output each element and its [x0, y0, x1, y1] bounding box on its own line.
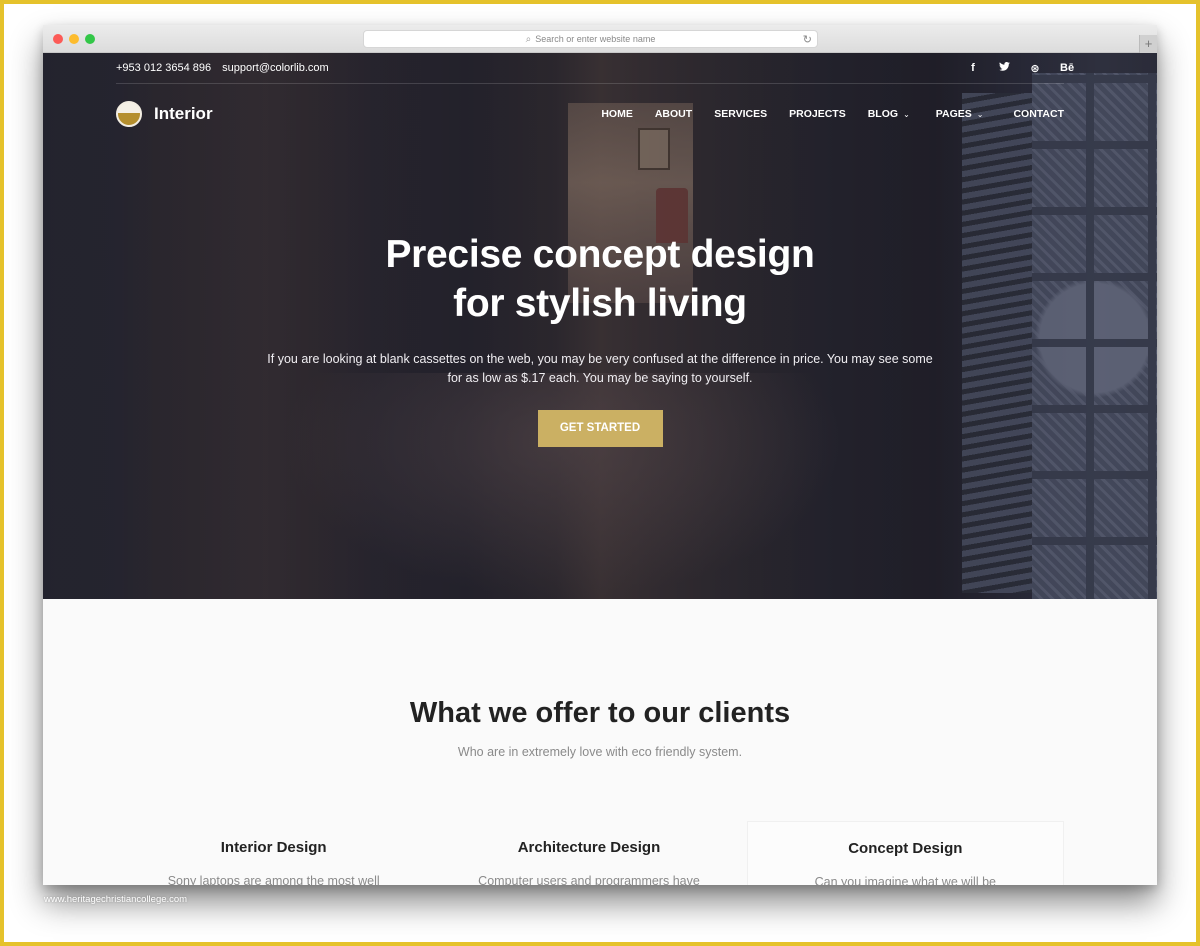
get-started-button[interactable]: Get Started [537, 410, 663, 447]
facebook-icon[interactable]: f [967, 62, 979, 74]
nav-blog-label: Blog [867, 108, 899, 120]
address-bar[interactable]: ⌕ Search or enter website name ↻ [363, 30, 818, 48]
service-card-title: Concept Design [848, 840, 963, 857]
brand[interactable]: Interior [116, 101, 213, 127]
address-bar-placeholder: Search or enter website name [535, 34, 656, 44]
brand-logo-icon [116, 101, 142, 127]
nav-pages-label: Pages [935, 108, 972, 120]
chevron-down-icon: ⌄ [903, 109, 910, 119]
nav-services[interactable]: Services [714, 108, 767, 120]
nav-home-label: Home [601, 108, 633, 120]
service-card-title: Architecture Design [517, 839, 661, 856]
service-card-interior[interactable]: Interior Design Sony laptops are among t… [116, 821, 431, 885]
nav-services-label: Services [714, 108, 768, 120]
offer-subtitle: Who are in extremely love with eco frien… [457, 745, 743, 759]
maximize-window-button[interactable] [85, 34, 95, 44]
service-card-text: Sony laptops are among the most well [167, 874, 380, 885]
offer-section: What we offer to our clients Who are in … [43, 599, 1157, 885]
twitter-icon[interactable] [998, 61, 1010, 74]
close-window-button[interactable] [53, 34, 63, 44]
nav-projects-label: Projects [789, 108, 846, 120]
new-tab-button[interactable]: + [1139, 35, 1157, 53]
nav-contact[interactable]: Contact [1013, 108, 1064, 120]
contact-info: +953 012 3654 896 support@colorlib.com [116, 62, 329, 74]
service-card-text: Computer users and programmers have [478, 874, 700, 885]
browser-chrome: ⌕ Search or enter website name ↻ + [43, 25, 1157, 53]
social-links: f ⊛ Bē [967, 61, 1074, 75]
browser-window: ⌕ Search or enter website name ↻ + +953 … [43, 25, 1157, 885]
service-card-concept[interactable]: Concept Design Can you imagine what we w… [746, 821, 1064, 885]
hero-title-line-2: for stylish living [453, 282, 747, 325]
service-cards: Interior Design Sony laptops are among t… [116, 821, 1064, 885]
chevron-down-icon: ⌄ [976, 109, 984, 119]
brand-name: Interior [154, 104, 213, 123]
hero-content: Precise concept design for stylish livin… [43, 230, 1157, 447]
top-info-bar: +953 012 3654 896 support@colorlib.com f… [116, 53, 1074, 84]
nav-pages-dropdown[interactable]: Pages ⌄ [936, 108, 984, 120]
main-menu: Home About Services Projects Blog ⌄ Pages… [601, 108, 1064, 120]
reload-icon[interactable]: ↻ [803, 33, 812, 46]
hero-description: If you are looking at blank cassettes on… [267, 352, 933, 385]
nav-about-label: About [654, 108, 693, 120]
nav-contact-label: Contact [1013, 108, 1064, 120]
watermark: www.heritagechristiancollege.com [44, 894, 188, 905]
minimize-window-button[interactable] [69, 34, 79, 44]
hero-title: Precise concept design for stylish livin… [43, 230, 1157, 328]
service-card-text: Can you imagine what we will be [814, 875, 996, 885]
main-navbar: Interior Home About Services Projects Bl… [116, 99, 1064, 129]
email-address[interactable]: support@colorlib.com [222, 62, 329, 74]
nav-projects[interactable]: Projects [789, 108, 846, 120]
hero-background-painting [638, 128, 670, 170]
nav-blog-dropdown[interactable]: Blog ⌄ [868, 108, 910, 120]
nav-about[interactable]: About [655, 108, 692, 120]
service-card-architecture[interactable]: Architecture Design Computer users and p… [431, 821, 746, 885]
search-icon: ⌕ [525, 33, 532, 45]
service-card-title: Interior Design [220, 839, 327, 856]
hero-title-line-1: Precise concept design [385, 233, 815, 276]
window-controls [53, 34, 95, 44]
behance-icon[interactable]: Bē [1060, 62, 1074, 74]
nav-home[interactable]: Home [601, 108, 633, 120]
phone-number[interactable]: +953 012 3654 896 [116, 62, 211, 74]
hero-section: +953 012 3654 896 support@colorlib.com f… [43, 53, 1157, 599]
offer-title: What we offer to our clients [409, 697, 791, 729]
dribbble-icon[interactable]: ⊛ [1029, 62, 1041, 75]
